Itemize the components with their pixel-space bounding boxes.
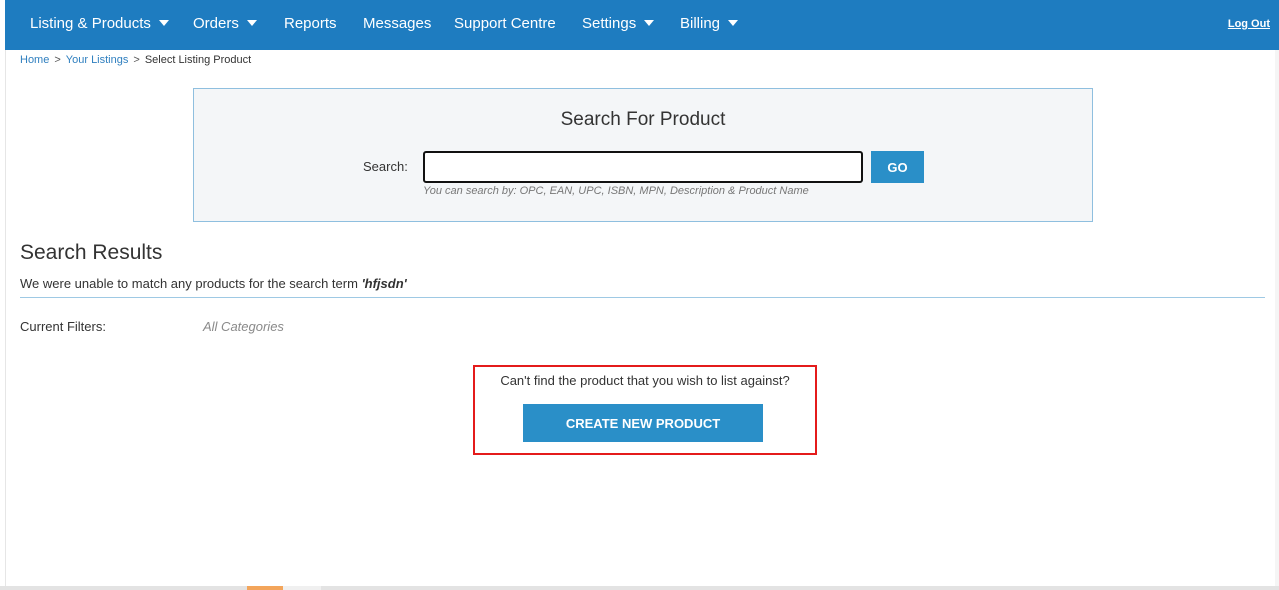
top-navigation-bar: Listing & Products Orders Reports Messag… xyxy=(5,0,1279,50)
create-product-highlight: Can't find the product that you wish to … xyxy=(473,365,817,455)
search-input[interactable] xyxy=(423,151,863,183)
go-button[interactable]: GO xyxy=(871,151,924,183)
caret-down-icon xyxy=(246,20,257,26)
search-label: Search: xyxy=(363,159,408,174)
page: Listing & Products Orders Reports Messag… xyxy=(0,0,1279,590)
breadcrumb-current: Select Listing Product xyxy=(144,54,252,66)
nav-orders-label: Orders xyxy=(193,15,239,32)
results-message: We were unable to match any products for… xyxy=(20,276,407,291)
create-new-product-button[interactable]: CREATE NEW PRODUCT xyxy=(523,404,763,442)
results-title: Search Results xyxy=(20,241,163,264)
results-message-text: We were unable to match any products for… xyxy=(20,276,358,291)
nav-messages[interactable]: Messages xyxy=(363,0,431,50)
cant-find-prompt: Can't find the product that you wish to … xyxy=(500,373,790,388)
breadcrumb-your-listings[interactable]: Your Listings xyxy=(66,54,129,66)
breadcrumb-home[interactable]: Home xyxy=(20,54,49,66)
filters-value: All Categories xyxy=(203,319,284,334)
nav-settings-label: Settings xyxy=(582,15,637,32)
nav-billing-label: Billing xyxy=(680,15,721,32)
breadcrumb-separator: > xyxy=(133,54,140,66)
caret-down-icon xyxy=(728,20,739,26)
nav-reports[interactable]: Reports xyxy=(284,0,337,50)
nav-support-centre[interactable]: Support Centre xyxy=(454,0,556,50)
nav-support-centre-label: Support Centre xyxy=(454,15,556,32)
nav-messages-label: Messages xyxy=(363,15,432,32)
caret-down-icon xyxy=(158,20,169,26)
search-hint: You can search by: OPC, EAN, UPC, ISBN, … xyxy=(423,185,809,197)
caret-down-icon xyxy=(644,20,655,26)
scrollbar-track[interactable] xyxy=(1275,50,1279,586)
nav-listing-products-label: Listing & Products xyxy=(30,15,151,32)
scrollbar-segment xyxy=(283,586,321,590)
breadcrumb-separator: > xyxy=(54,54,61,66)
breadcrumb: Home > Your Listings > Select Listing Produc… xyxy=(20,54,251,66)
results-divider xyxy=(20,297,1265,298)
nav-listing-products[interactable]: Listing & Products xyxy=(30,0,169,50)
filters-label: Current Filters: xyxy=(20,319,106,334)
nav-billing[interactable]: Billing xyxy=(680,0,739,50)
logout-link[interactable]: Log Out xyxy=(1228,0,1270,48)
search-title: Search For Product xyxy=(560,109,726,130)
horizontal-scrollbar[interactable] xyxy=(0,586,1279,590)
nav-orders[interactable]: Orders xyxy=(193,0,257,50)
search-term: 'hfjsdn' xyxy=(361,276,407,291)
nav-settings[interactable]: Settings xyxy=(582,0,655,50)
scrollbar-thumb[interactable] xyxy=(247,586,283,590)
search-panel: Search For Product Search: GO You can se… xyxy=(193,88,1093,222)
nav-reports-label: Reports xyxy=(284,15,337,32)
left-divider xyxy=(5,50,6,586)
